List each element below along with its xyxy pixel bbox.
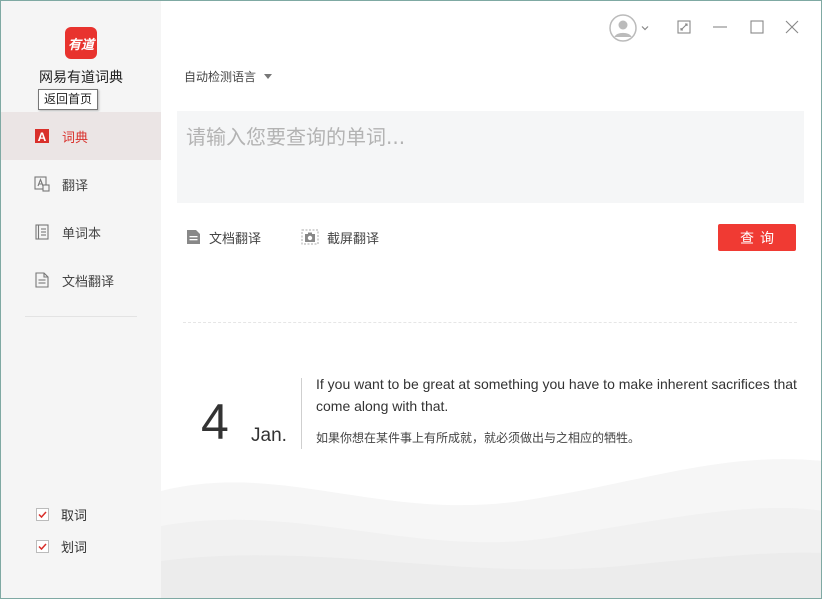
app-name: 网易有道词典 — [39, 70, 123, 86]
caret-down-icon — [264, 74, 273, 79]
sidebar-item-translate[interactable]: 翻译 — [1, 160, 161, 208]
check-icon — [38, 542, 47, 550]
user-menu-button[interactable] — [609, 14, 651, 42]
close-button[interactable] — [782, 17, 802, 37]
daily-quote-chinese: 如果你想在某件事上有所成就，就必须做出与之相应的牺牲。 — [316, 431, 641, 445]
close-icon — [785, 20, 799, 34]
wordbook-icon — [34, 224, 50, 240]
tool-label: 截屏翻译 — [327, 231, 380, 247]
document-translate-icon — [34, 272, 50, 288]
screenshot-translate-link[interactable]: 截屏翻译 — [301, 228, 380, 247]
sidebar-item-label: 单词本 — [62, 226, 102, 242]
user-avatar-icon — [609, 14, 637, 42]
checkbox[interactable] — [36, 507, 49, 521]
sidebar-item-wordbook[interactable]: 单词本 — [1, 208, 161, 256]
query-button[interactable]: 查询 — [718, 224, 796, 251]
sidebar-divider — [25, 316, 137, 317]
daily-date-month: Jan. — [251, 425, 287, 446]
wave-background — [161, 459, 821, 598]
document-icon — [187, 230, 200, 244]
app-window: 有道 网易有道词典 返回首页 A 词典 翻译 单词本 文档翻译 取词 划词 自动… — [0, 0, 822, 599]
sidebar-item-label: 翻译 — [62, 178, 89, 194]
sidebar-item-dictionary[interactable]: A 词典 — [1, 112, 161, 160]
check-label: 划词 — [61, 540, 88, 556]
checkbox[interactable] — [36, 539, 49, 553]
select-word-toggle[interactable]: 划词 — [36, 537, 88, 556]
daily-quote-english: If you want to be great at something you… — [316, 376, 797, 414]
maximize-button[interactable] — [747, 17, 767, 37]
screenshot-icon — [301, 229, 319, 245]
capture-word-toggle[interactable]: 取词 — [36, 505, 88, 524]
daily-date-day: 4 — [201, 394, 229, 450]
chevron-down-icon — [641, 26, 649, 31]
document-translate-link[interactable]: 文档翻译 — [186, 228, 262, 247]
translate-icon — [34, 176, 50, 192]
date-separator — [301, 378, 302, 449]
tool-label: 文档翻译 — [209, 231, 262, 247]
sidebar: 有道 网易有道词典 返回首页 A 词典 翻译 单词本 文档翻译 取词 划词 — [1, 1, 161, 598]
check-label: 取词 — [61, 508, 88, 524]
svg-text:A: A — [38, 130, 47, 144]
sidebar-item-label: 文档翻译 — [62, 274, 115, 290]
sidebar-item-label: 词典 — [62, 130, 89, 146]
compact-mode-icon — [677, 20, 691, 34]
search-input[interactable] — [177, 111, 804, 203]
minimize-icon — [713, 26, 727, 28]
sidebar-item-document-translate[interactable]: 文档翻译 — [1, 256, 161, 304]
check-icon — [38, 510, 47, 518]
language-select-label: 自动检测语言 — [184, 70, 257, 84]
home-tooltip: 返回首页 — [38, 89, 99, 110]
language-select[interactable]: 自动检测语言 — [184, 68, 273, 85]
compact-mode-button[interactable] — [674, 17, 694, 37]
dictionary-icon: A — [34, 128, 50, 144]
section-divider — [183, 322, 797, 323]
maximize-icon — [750, 20, 764, 34]
main-panel: 自动检测语言 文档翻译 截屏翻译 查询 4 Jan. If you want t… — [161, 1, 821, 598]
minimize-button[interactable] — [710, 17, 730, 37]
youdao-logo[interactable]: 有道 — [65, 27, 97, 59]
